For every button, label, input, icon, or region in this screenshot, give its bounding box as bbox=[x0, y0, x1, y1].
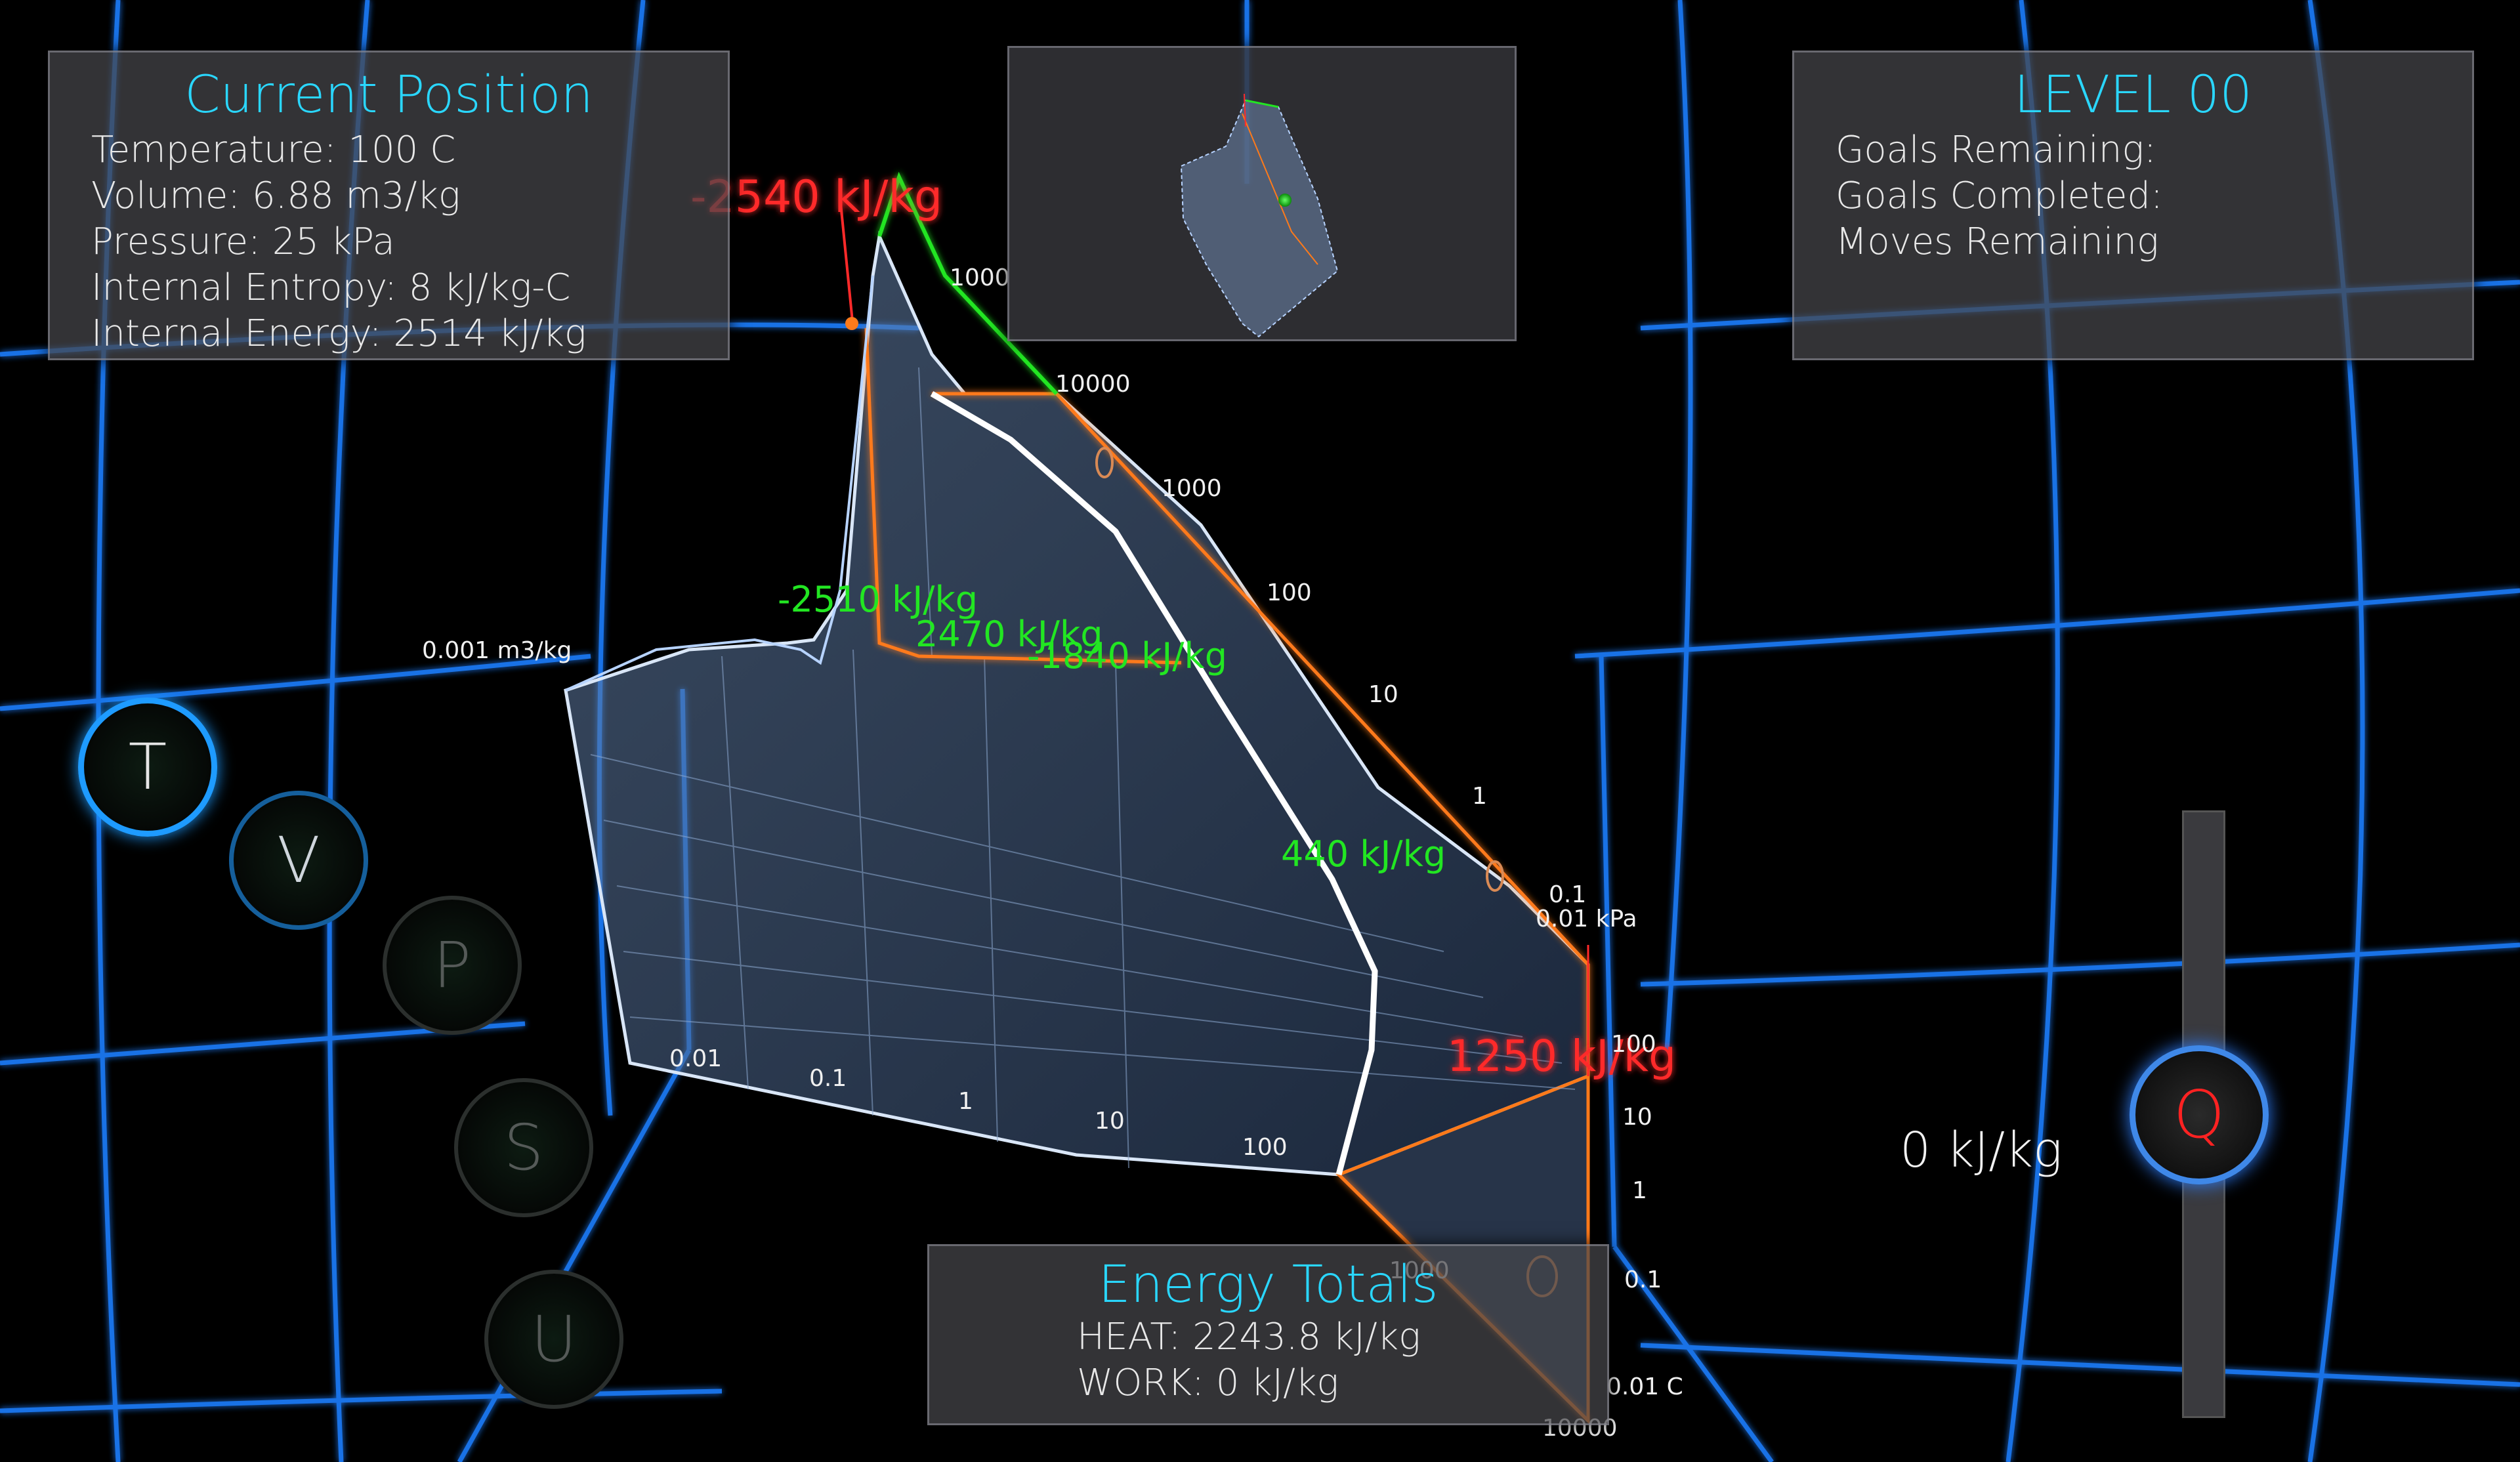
pressure-axis-tick: 1 bbox=[1472, 783, 1487, 810]
pressure-button[interactable]: P bbox=[383, 896, 522, 1035]
pressure-axis-tick: 1000 bbox=[1162, 475, 1222, 502]
goals-remaining-label: Goals Remaining: bbox=[1836, 129, 2156, 171]
energy-label-3: -1840 kJ/kg bbox=[1027, 635, 1227, 677]
current-state-marker bbox=[845, 317, 858, 330]
temperature-button-label: T bbox=[128, 730, 167, 804]
heat-total: HEAT: 2243.8 kJ/kg bbox=[1077, 1316, 1421, 1358]
energy-totals-panel: Energy Totals HEAT: 2243.8 kJ/kg WORK: 0… bbox=[927, 1244, 1609, 1425]
temperature-axis-tick: 0.01 C bbox=[1606, 1373, 1683, 1400]
temperature-axis-tick: 100 bbox=[1611, 1031, 1656, 1058]
temperature-axis-tick: 0.1 bbox=[1624, 1266, 1662, 1293]
internal-energy-button-label: U bbox=[530, 1303, 578, 1376]
energy-label-4: 440 kJ/kg bbox=[1281, 833, 1446, 875]
minimap-panel[interactable] bbox=[1007, 46, 1517, 341]
current-position-title: Current Position bbox=[184, 66, 593, 125]
volume-axis-tick: 0.1 bbox=[809, 1065, 847, 1092]
volume-button[interactable]: V bbox=[229, 791, 368, 930]
internal-energy-readout: Internal Energy: 2514 kJ/kg bbox=[91, 312, 587, 355]
temperature-button[interactable]: T bbox=[78, 698, 217, 837]
volume-button-label: V bbox=[277, 824, 320, 897]
energy-totals-title: Energy Totals bbox=[1098, 1255, 1438, 1314]
temperature-readout: Temperature: 100 C bbox=[91, 129, 456, 171]
volume-axis-tick: 1 bbox=[958, 1088, 973, 1115]
minimap-view bbox=[1180, 93, 1339, 338]
volume-axis-tick: 0.01 bbox=[669, 1045, 722, 1072]
volume-axis-tick: 10 bbox=[1095, 1108, 1125, 1135]
heat-slider-knob[interactable]: Q bbox=[2130, 1045, 2269, 1184]
pressure-axis-tick: 100 bbox=[1267, 579, 1312, 606]
pressure-axis-tick: 10000 bbox=[1055, 371, 1131, 398]
entropy-button[interactable]: S bbox=[454, 1078, 593, 1217]
pressure-axis-tick: 10 bbox=[1368, 681, 1398, 708]
internal-energy-button[interactable]: U bbox=[484, 1270, 623, 1409]
entropy-button-label: S bbox=[503, 1111, 544, 1184]
temperature-axis-tick: 1 bbox=[1632, 1177, 1647, 1204]
pressure-button-label: P bbox=[433, 929, 471, 1002]
volume-axis-tick: 0.001 m3/kg bbox=[422, 637, 572, 664]
pressure-readout: Pressure: 25 kPa bbox=[91, 220, 395, 263]
pressure-axis-tick: 0.1 bbox=[1549, 881, 1586, 908]
work-total: WORK: 0 kJ/kg bbox=[1077, 1362, 1339, 1404]
volume-axis-tick: 100 bbox=[1242, 1134, 1288, 1161]
current-position-panel: Current Position Temperature: 100 C Volu… bbox=[48, 51, 730, 360]
level-title: LEVEL 00 bbox=[2014, 66, 2252, 125]
pv-surface bbox=[564, 171, 1590, 1425]
goals-completed-label: Goals Completed: bbox=[1836, 175, 2163, 217]
heat-knob-label: Q bbox=[2173, 1076, 2225, 1153]
temperature-axis-tick: 10 bbox=[1622, 1104, 1652, 1131]
moves-remaining-label: Moves Remaining bbox=[1836, 220, 2159, 263]
pressure-axis-tick: 1000 bbox=[950, 264, 1010, 291]
entropy-readout: Internal Entropy: 8 kJ/kg-C bbox=[91, 266, 571, 309]
heat-amount-readout: 0 kJ/kg bbox=[1900, 1122, 2063, 1179]
pressure-axis-tick: 0.01 kPa bbox=[1536, 906, 1637, 932]
level-panel: LEVEL 00 Goals Remaining: Goals Complete… bbox=[1792, 51, 2474, 360]
volume-readout: Volume: 6.88 m3/kg bbox=[91, 175, 461, 217]
